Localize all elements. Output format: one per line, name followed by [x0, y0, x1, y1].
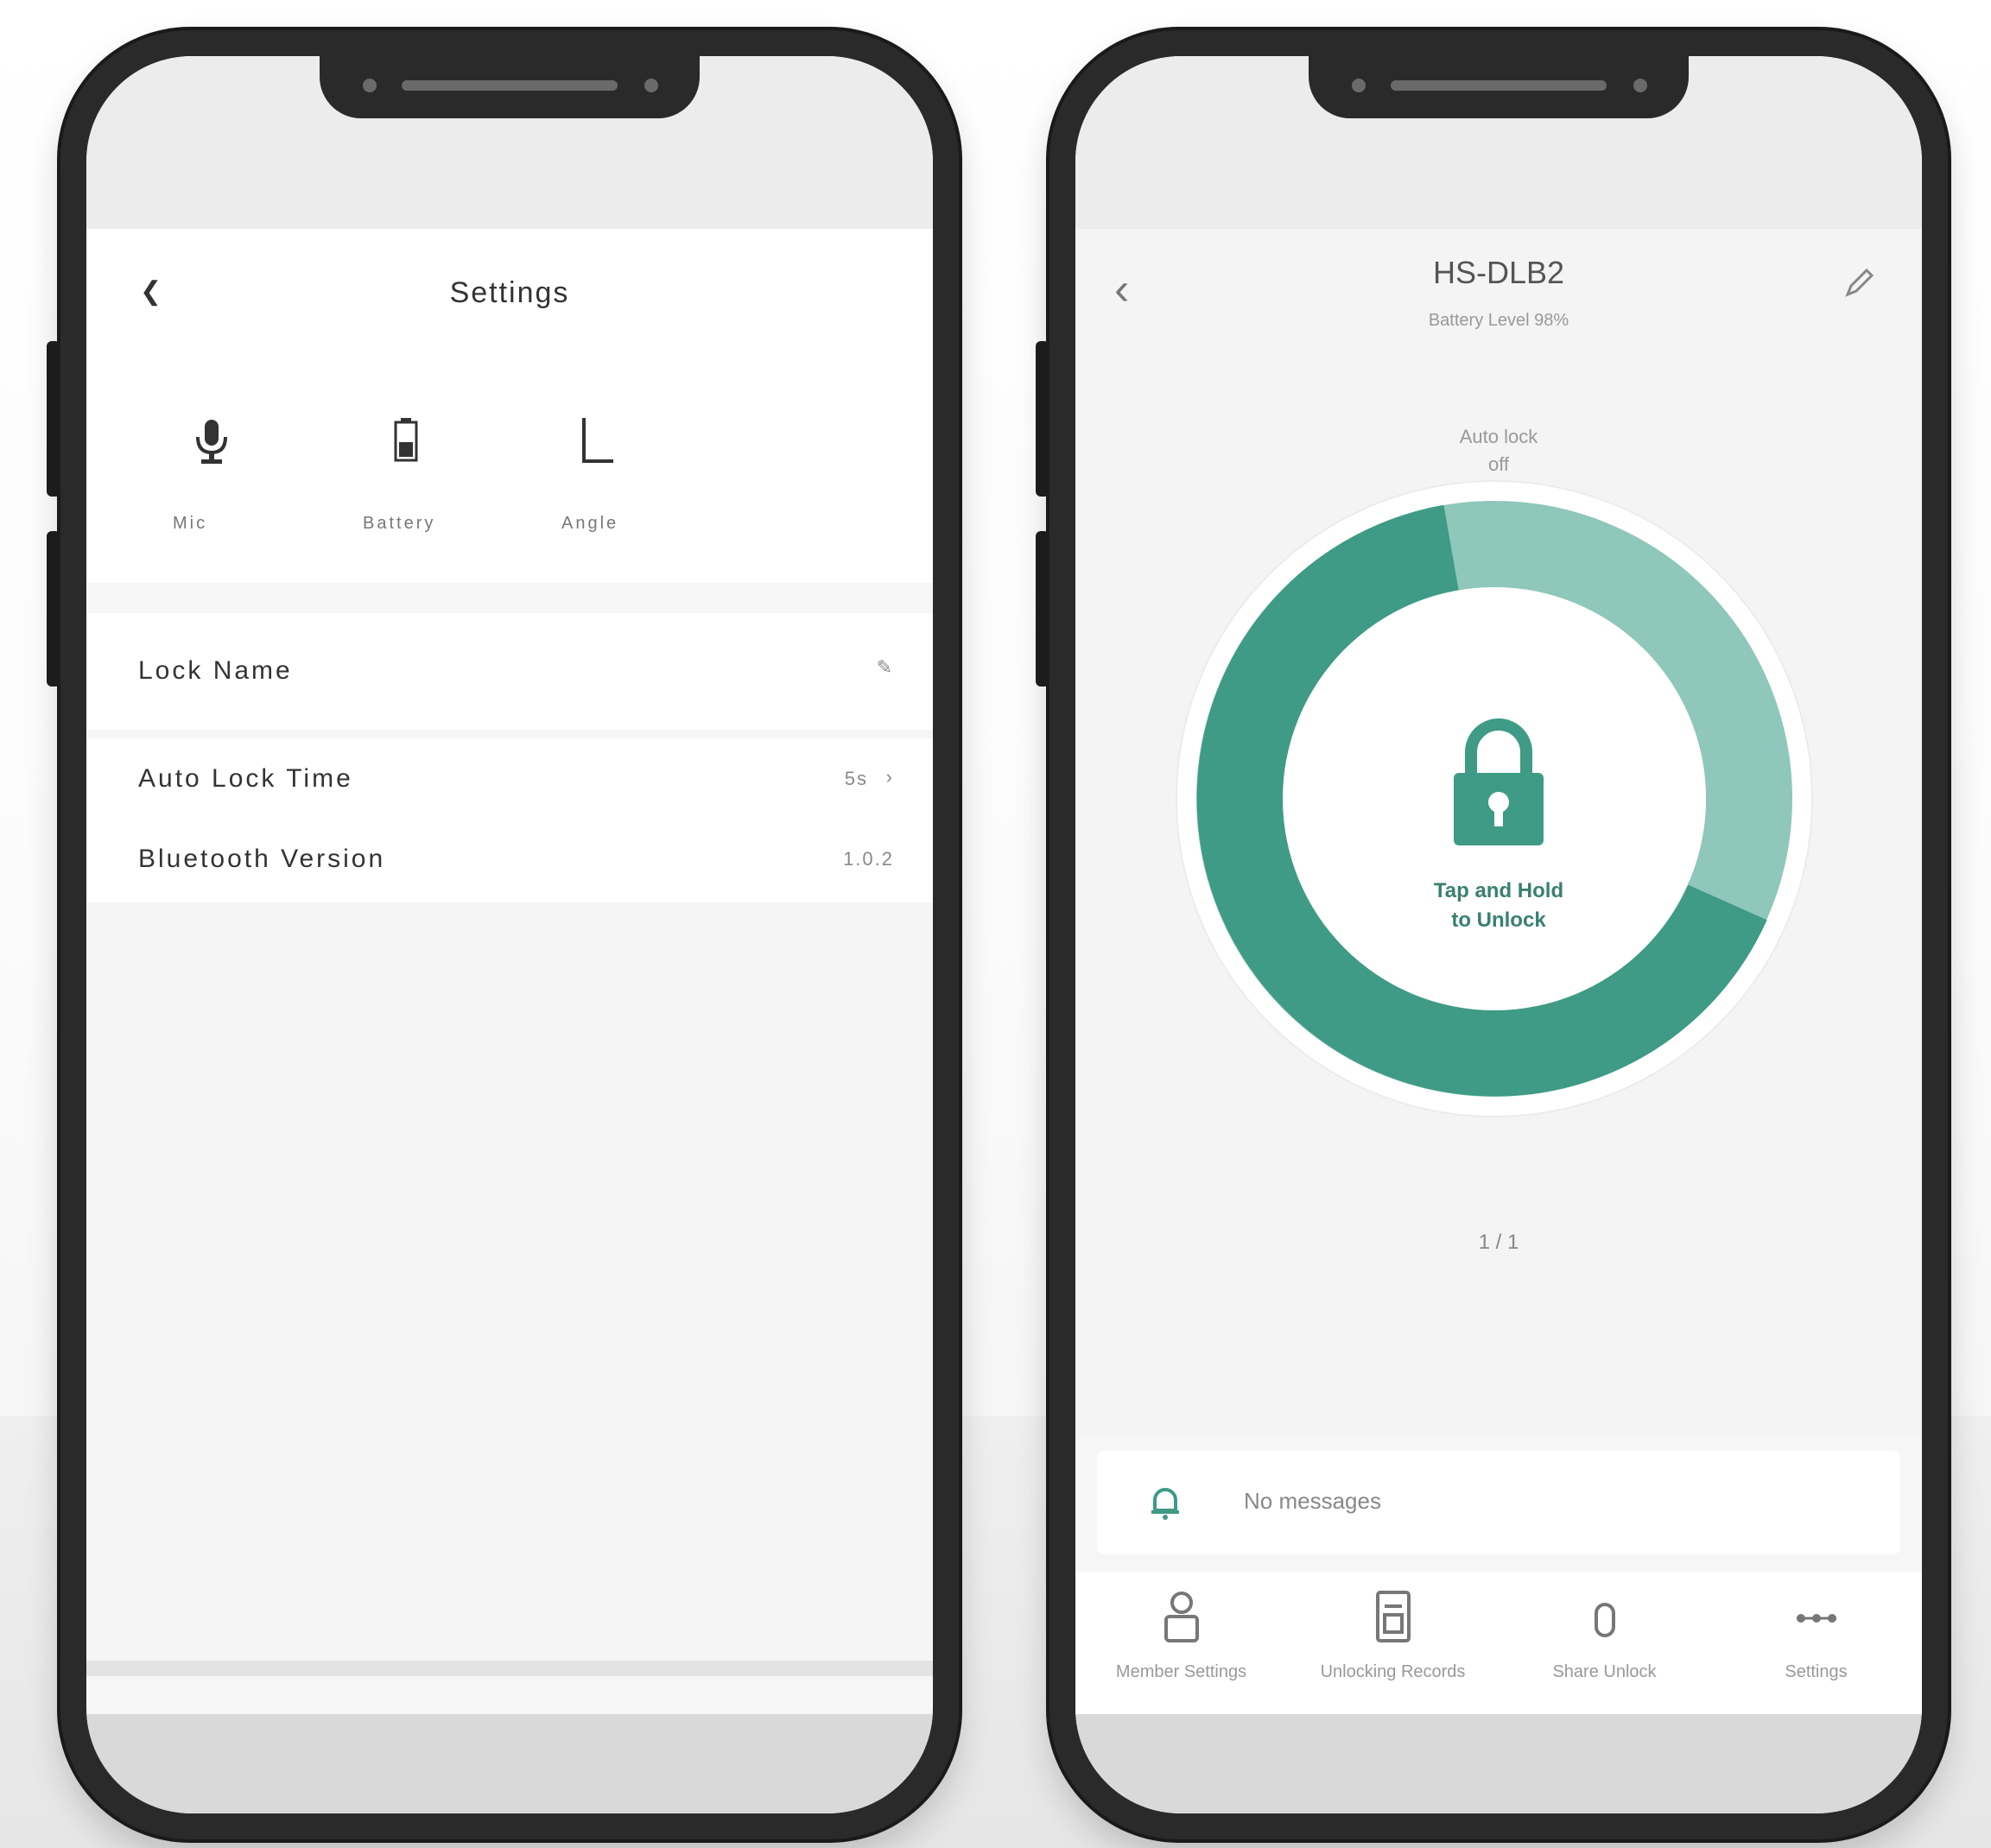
nav-label: Member Settings: [1115, 1662, 1247, 1681]
settings-screen: ❮ Settings Mic Battery Angle Lock Name ✎…: [86, 56, 933, 1813]
empty-area: [86, 902, 933, 1662]
volume-down-button: [47, 531, 60, 687]
battery-level: Battery Level 98%: [1428, 311, 1569, 330]
nav-label: Unlocking Records: [1320, 1662, 1466, 1681]
nav-share-unlock[interactable]: Share Unlock: [1499, 1572, 1710, 1714]
icon-label: Battery: [363, 514, 436, 533]
status-value: off: [1487, 453, 1510, 475]
chevron-right-icon: ›: [885, 766, 894, 788]
messages-text: No messages: [1244, 1488, 1381, 1514]
more-icon: [1797, 1614, 1836, 1623]
pencil-icon[interactable]: [1841, 263, 1879, 301]
user-icon: [1164, 1592, 1199, 1642]
settings-row-bluetooth-version[interactable]: Bluetooth Version 1.0.2: [86, 820, 933, 902]
unlock-instruction-line2: to Unlock: [1451, 908, 1546, 932]
phone-lock: ‹ HS-DLB2 Battery Level 98% Auto lock of…: [1036, 30, 1948, 1839]
camera-dot: [1352, 79, 1366, 92]
row-label: Bluetooth Version: [138, 845, 386, 873]
record-icon: [1376, 1591, 1411, 1642]
bell-icon: [1151, 1488, 1179, 1520]
row-label: Auto Lock Time: [138, 764, 353, 793]
settings-row-lock-name[interactable]: Lock Name ✎: [86, 613, 933, 730]
settings-icon-row: Mic Battery Angle: [86, 376, 933, 583]
icon-label: Mic: [173, 514, 208, 533]
notch: [1309, 56, 1689, 118]
status-label: Auto lock: [1459, 426, 1538, 447]
icon-label: Angle: [561, 514, 619, 533]
lock-screen: ‹ HS-DLB2 Battery Level 98% Auto lock of…: [1075, 56, 1922, 1813]
phone-settings: ❮ Settings Mic Battery Angle Lock Name ✎…: [47, 30, 959, 1839]
page-title: Settings: [449, 276, 570, 309]
bottom-bar: [1075, 1714, 1922, 1813]
row-label: Lock Name: [138, 656, 293, 685]
share-icon: [1595, 1603, 1615, 1637]
sensor-dot: [1633, 79, 1647, 92]
pencil-icon[interactable]: ✎: [877, 656, 894, 679]
nav-label: Settings: [1785, 1662, 1848, 1681]
row-value: 5s: [844, 768, 868, 789]
speaker-grille: [1391, 80, 1607, 91]
volume-up-button: [47, 341, 60, 497]
speaker-grille: [402, 80, 618, 91]
nav-settings[interactable]: Settings: [1710, 1572, 1922, 1714]
nav-label: Share Unlock: [1552, 1662, 1657, 1681]
bottom-bar: [86, 1714, 933, 1813]
sensor-dot: [644, 79, 658, 92]
row-value: 1.0.2: [843, 848, 894, 870]
page-indicator: 1 / 1: [1478, 1231, 1519, 1254]
battery-icon[interactable]: [380, 415, 432, 466]
unlock-instruction-line1: Tap and Hold: [1433, 879, 1564, 902]
unlock-instruction: Tap and Hold to Unlock: [1369, 877, 1628, 935]
bottom-nav: Member Settings Unlocking Records Share …: [1075, 1572, 1922, 1714]
auto-lock-status: Auto lock off: [1075, 423, 1922, 478]
microphone-icon[interactable]: [186, 415, 238, 466]
settings-group: Auto Lock Time 5s › Bluetooth Version 1.…: [86, 738, 933, 902]
nav-member-settings[interactable]: Member Settings: [1075, 1572, 1287, 1714]
volume-up-button: [1036, 341, 1049, 497]
lock-icon: [1454, 718, 1544, 845]
settings-row-auto-lock[interactable]: Auto Lock Time 5s ›: [86, 738, 933, 820]
settings-header: ❮ Settings: [86, 229, 933, 376]
divider: [86, 1661, 933, 1676]
messages-card[interactable]: No messages: [1097, 1451, 1900, 1554]
device-title: HS-DLB2: [1432, 255, 1565, 290]
bracket-icon[interactable]: [570, 415, 622, 466]
camera-dot: [363, 79, 377, 92]
volume-down-button: [1036, 531, 1049, 687]
nav-unlocking-records[interactable]: Unlocking Records: [1287, 1572, 1499, 1714]
notch: [320, 56, 700, 118]
